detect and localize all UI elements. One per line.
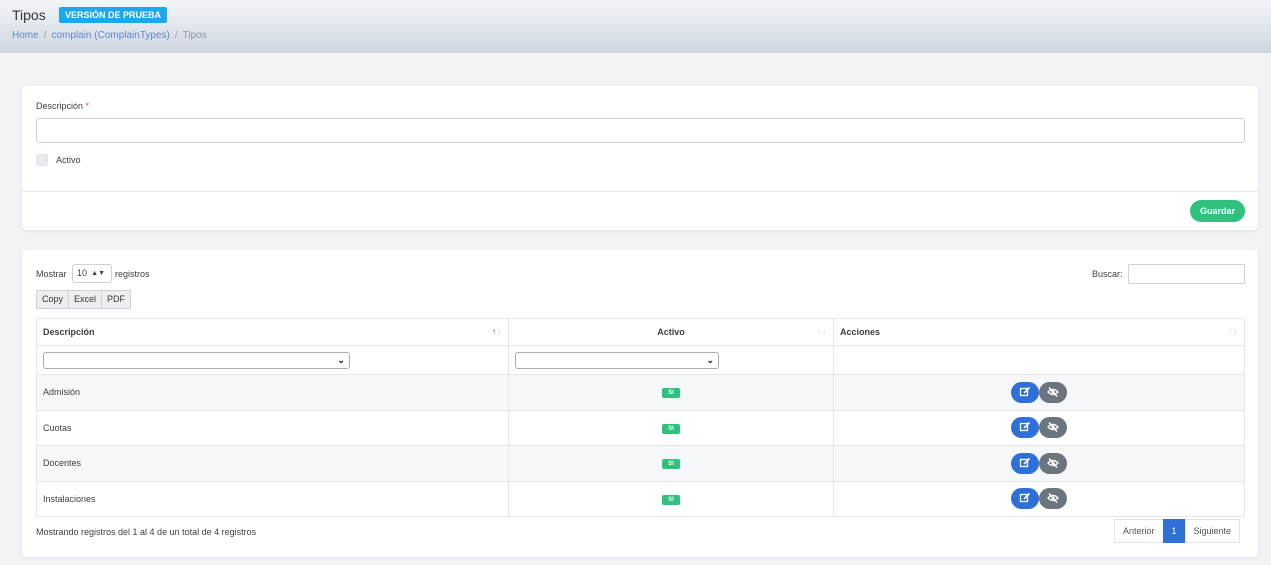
copy-button[interactable]: Copy <box>36 290 70 309</box>
export-buttons: Copy Excel PDF <box>36 290 132 309</box>
search-label: Buscar: <box>1092 269 1123 279</box>
column-header-label: Activo <box>657 327 685 337</box>
sort-icon: ↑↓ <box>817 327 827 336</box>
descripcion-filter-select[interactable]: ⌄ <box>43 351 350 369</box>
edit-icon <box>1019 493 1030 503</box>
trial-version-badge: VERSIÓN DE PRUEBA <box>59 7 168 23</box>
activo-cell: SI <box>508 374 834 411</box>
breadcrumb-current: Tipos <box>182 30 207 41</box>
hide-button[interactable] <box>1039 452 1068 474</box>
page-size-value: 10 <box>77 268 88 278</box>
column-header-label: Acciones <box>840 327 881 337</box>
status-badge: SI <box>662 423 680 434</box>
filter-cell <box>833 345 1245 375</box>
edit-button[interactable] <box>1010 488 1039 510</box>
column-header-descripcion[interactable]: Descripción ↑↓ <box>36 318 509 346</box>
edit-button[interactable] <box>1010 452 1039 474</box>
edit-icon <box>1019 422 1030 432</box>
next-page-button[interactable]: Siguiente <box>1184 519 1241 543</box>
types-table-card: Mostrar 10 ▲▼ registros Buscar: Copy Exc… <box>22 250 1258 557</box>
table-row: Instalaciones SI <box>36 480 1245 517</box>
status-badge: SI <box>662 494 680 505</box>
filter-row: ⌄ ⌄ <box>36 345 1245 375</box>
form-divider <box>22 191 1258 192</box>
page-title: Tipos <box>12 7 46 23</box>
acciones-cell <box>833 480 1245 517</box>
column-header-acciones[interactable]: Acciones ↑↓ <box>833 318 1245 346</box>
edit-icon <box>1019 457 1030 467</box>
acciones-cell <box>833 409 1245 446</box>
sort-asc-icon: ↑↓ <box>492 327 502 336</box>
eye-slash-icon <box>1047 422 1060 433</box>
description-label: Descripción * <box>36 101 89 111</box>
activo-cell: SI <box>508 480 834 517</box>
page-size-select[interactable]: 10 ▲▼ <box>72 264 112 283</box>
hide-button[interactable] <box>1039 417 1068 439</box>
eye-slash-icon <box>1047 386 1060 397</box>
select-arrows-icon: ▲▼ <box>91 270 105 277</box>
page-header: Tipos VERSIÓN DE PRUEBA Home / complain (C… <box>0 0 1271 53</box>
eye-slash-icon <box>1047 457 1060 468</box>
activo-filter-select[interactable]: ⌄ <box>515 351 719 369</box>
activo-cell: SI <box>508 445 834 482</box>
acciones-cell <box>833 374 1245 411</box>
table-row: Cuotas SI <box>36 409 1245 446</box>
table-info: Mostrando registros del 1 al 4 de un tot… <box>36 527 257 537</box>
column-header-label: Descripción <box>43 327 95 337</box>
status-badge: SI <box>662 388 680 399</box>
records-label: registros <box>115 269 150 279</box>
hide-button[interactable] <box>1039 381 1068 403</box>
pdf-button[interactable]: PDF <box>101 290 132 309</box>
description-label-text: Descripción <box>36 101 84 111</box>
excel-button[interactable]: Excel <box>68 290 103 309</box>
breadcrumb-complain-link[interactable]: complain (ComplainTypes) <box>51 30 169 41</box>
breadcrumb: Home / complain (ComplainTypes) / Tipos <box>12 30 207 41</box>
activo-cell: SI <box>508 409 834 446</box>
search-input[interactable] <box>1128 264 1245 284</box>
edit-icon <box>1019 386 1030 396</box>
descripcion-cell: Cuotas <box>36 409 509 446</box>
pagination: Anterior 1 Siguiente <box>1114 519 1241 543</box>
column-header-activo[interactable]: Activo ↑↓ <box>508 318 834 346</box>
active-checkbox[interactable] <box>36 154 48 166</box>
required-mark: * <box>85 101 90 111</box>
sort-icon: ↑↓ <box>1228 327 1238 336</box>
edit-button[interactable] <box>1010 381 1039 403</box>
previous-page-button[interactable]: Anterior <box>1114 519 1164 543</box>
page-1-button[interactable]: 1 <box>1162 519 1186 543</box>
descripcion-cell: Docentes <box>36 445 509 482</box>
breadcrumb-home-link[interactable]: Home <box>12 30 39 41</box>
status-badge: SI <box>662 459 680 470</box>
table-row: Docentes SI <box>36 445 1245 482</box>
chevron-down-icon: ⌄ <box>706 354 714 365</box>
filter-cell: ⌄ <box>36 345 509 375</box>
filter-cell: ⌄ <box>508 345 834 375</box>
chevron-down-icon: ⌄ <box>337 354 345 365</box>
types-table: Descripción ↑↓ Activo ↑↓ Acciones ↑↓ ⌄ ⌄ Ad… <box>36 318 1245 517</box>
active-checkbox-label[interactable]: Activo <box>56 155 81 165</box>
eye-slash-icon <box>1047 493 1060 504</box>
description-input[interactable] <box>36 118 1245 143</box>
acciones-cell <box>833 445 1245 482</box>
show-label: Mostrar <box>36 269 67 279</box>
descripcion-cell: Admisión <box>36 374 509 411</box>
hide-button[interactable] <box>1039 488 1068 510</box>
save-button[interactable]: Guardar <box>1190 200 1245 222</box>
type-form-card: Descripción * Activo Guardar <box>22 86 1258 230</box>
breadcrumb-separator: / <box>174 30 178 41</box>
table-row: Admisión SI <box>36 374 1245 411</box>
edit-button[interactable] <box>1010 417 1039 439</box>
breadcrumb-separator: / <box>43 30 47 41</box>
descripcion-cell: Instalaciones <box>36 480 509 517</box>
